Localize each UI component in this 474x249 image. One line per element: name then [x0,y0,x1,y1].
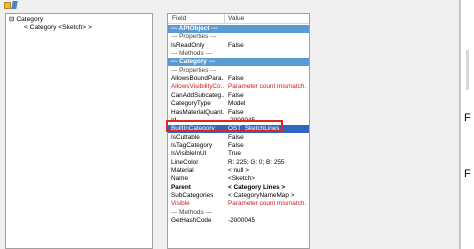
field-cell: LineColor [171,158,199,166]
field-cell: Material [171,166,194,174]
property-row[interactable]: Material < null > [168,167,309,175]
property-row[interactable]: Name <Sketch> [168,175,309,183]
field-cell: Visible [171,200,190,208]
app-icon [4,0,18,10]
field-cell: --- Properties --- [171,66,217,74]
title-strip [0,0,474,12]
field-cell: GetHashCode [171,217,212,225]
property-row[interactable]: SubCategories < CategoryNameMap > [168,192,309,200]
group-header-row[interactable]: --- Methods --- [168,209,309,217]
section-header-row[interactable]: --- APIObject --- [168,25,309,33]
value-cell: False [228,141,244,149]
value-cell: Parameter count mismatch. [228,83,307,91]
group-header-row[interactable]: --- Properties --- [168,67,309,75]
column-header-field[interactable]: Field [172,15,186,23]
value-cell: False [228,108,244,116]
property-row[interactable]: AllowsVisibilityCo... Parameter count mis… [168,83,309,91]
field-cell: CategoryType [171,100,211,108]
property-row[interactable]: HasMaterialQuant... False [168,109,309,117]
value-cell: False [228,91,244,99]
property-row[interactable]: GetHashCode -2000045 [168,217,309,225]
group-header-row[interactable]: --- Methods --- [168,50,309,58]
property-row[interactable]: Visible Parameter count mismatch. [168,200,309,208]
field-cell: IsCuttable [171,133,200,141]
field-cell: IsReadOnly [171,41,205,49]
folder-icon [4,2,11,9]
section-header-row[interactable]: --- Category --- [168,58,309,67]
right-panel-text: F [464,112,471,124]
field-cell: HasMaterialQuant... [171,108,224,116]
highlight-annotation [166,120,283,132]
property-row[interactable]: IsTagCategory False [168,142,309,150]
property-row[interactable]: IsReadOnly False [168,42,309,50]
value-cell: False [228,133,244,141]
right-panel-text: F [464,168,471,180]
value-cell: False [228,41,244,49]
object-tree[interactable]: ⊟ Category < Category <Sketch> > [5,13,153,249]
property-row[interactable]: CanAddSubcateg... False [168,92,309,100]
group-header-row[interactable]: --- Properties --- [168,33,309,41]
value-cell: Parameter count mismatch. [228,200,307,208]
property-row[interactable]: CategoryType Model [168,100,309,108]
field-cell: SubCategories [171,192,214,199]
field-cell: --- Methods --- [171,208,212,216]
value-cell: < null > [228,166,249,174]
field-cell: --- APIObject --- [171,25,218,32]
field-cell: IsTagCategory [171,141,213,149]
property-row[interactable]: Parent < Category Lines > [168,184,309,192]
field-cell: AllowsVisibilityCo... [171,83,224,91]
tree-item-label: Category [16,16,44,23]
field-cell: --- Properties --- [171,33,217,41]
right-panel: F F [460,0,474,249]
value-cell: <Sketch> [228,175,256,183]
property-row[interactable]: IsVisibleInUI True [168,150,309,158]
value-cell: False [228,75,244,83]
tree-item-label: < Category <Sketch> > [24,24,92,31]
value-cell: -2000045 [228,217,256,225]
blank-area [310,13,460,249]
value-cell: < Category Lines > [228,183,286,191]
property-row[interactable]: IsCuttable False [168,134,309,142]
value-cell: Model [228,100,246,108]
field-cell: AllowsBoundPara... [171,75,224,83]
grid-header: Field Value [168,14,309,24]
field-cell: --- Methods --- [171,50,212,58]
field-cell: IsVisibleInUI [171,150,207,158]
value-cell: True [228,150,241,158]
tree-item-sketch[interactable]: < Category <Sketch> > [24,24,92,32]
property-row[interactable]: AllowsBoundPara... False [168,75,309,83]
pencil-icon [11,1,18,9]
column-header-value[interactable]: Value [228,15,244,23]
field-cell: CanAddSubcateg... [171,91,224,99]
field-cell: Name [171,175,189,183]
tree-item-category[interactable]: ⊟ Category [9,16,43,24]
field-cell: --- Category --- [171,58,216,66]
scrollbar-thumb[interactable] [466,50,469,90]
column-divider[interactable] [224,14,225,24]
field-cell: Parent [171,183,191,191]
value-cell: R: 225; G: 0; B: 255 [228,158,285,166]
value-cell: < CategoryNameMap > [228,192,295,199]
property-row[interactable]: LineColor R: 225; G: 0; B: 255 [168,159,309,167]
